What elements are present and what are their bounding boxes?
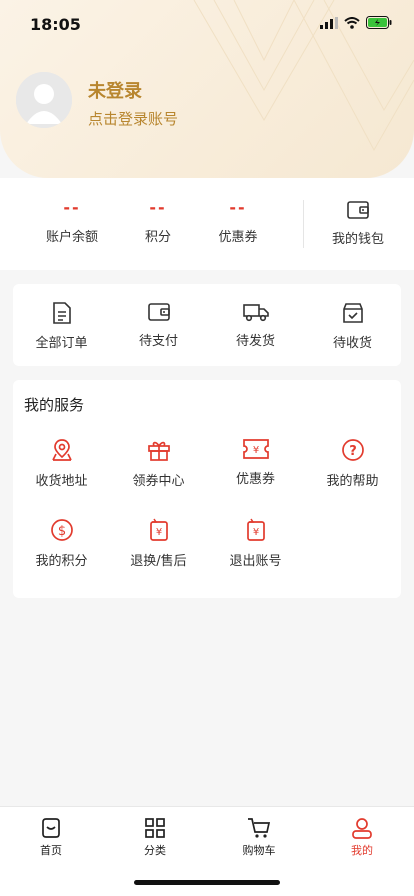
order-pending-shipment-label: 待发货 bbox=[235, 334, 275, 349]
dollar-icon: $ bbox=[50, 519, 73, 541]
battery-icon bbox=[366, 16, 392, 29]
service-coupon-center[interactable]: 领券中心 bbox=[110, 438, 207, 489]
refund-icon: ¥ bbox=[149, 518, 168, 541]
service-refund-label: 退换/售后 bbox=[130, 554, 187, 569]
service-address[interactable]: 收货地址 bbox=[13, 438, 110, 489]
document-icon bbox=[52, 302, 71, 324]
svg-text:¥: ¥ bbox=[155, 527, 161, 538]
home-indicator bbox=[134, 880, 280, 885]
tab-category-label: 分类 bbox=[144, 844, 166, 857]
box-check-icon bbox=[342, 303, 363, 323]
coupons-label: 优惠券 bbox=[218, 230, 258, 245]
status-time: 18:05 bbox=[30, 15, 81, 34]
cart-icon bbox=[248, 818, 271, 838]
order-pending-receipt-label: 待收货 bbox=[332, 336, 372, 351]
wallet-icon bbox=[347, 201, 369, 219]
tab-cart-label: 购物车 bbox=[242, 844, 276, 857]
coupons-value: -- bbox=[229, 198, 247, 217]
orders-card: 全部订单 待支付 待发货 待收货 bbox=[13, 284, 401, 366]
tab-cart[interactable]: 购物车 bbox=[229, 817, 289, 858]
gift-icon bbox=[147, 441, 170, 461]
asset-coupons[interactable]: -- 优惠券 bbox=[196, 198, 280, 245]
help-icon: ? bbox=[341, 439, 364, 461]
service-points-label: 我的积分 bbox=[35, 554, 88, 569]
services-card: 我的服务 收货地址 领券中心 ¥ 优惠券 ? 我的帮助 $ 我的积分 ¥ 退换/… bbox=[13, 380, 401, 598]
service-address-label: 收货地址 bbox=[35, 474, 88, 489]
signal-icon bbox=[320, 16, 338, 29]
divider bbox=[303, 200, 304, 248]
asset-points[interactable]: -- 积分 bbox=[116, 198, 200, 245]
tab-category[interactable]: 分类 bbox=[125, 817, 185, 858]
points-value: -- bbox=[149, 198, 167, 217]
svg-text:¥: ¥ bbox=[252, 445, 258, 456]
default-avatar-icon bbox=[16, 72, 72, 128]
order-pending-shipment[interactable]: 待发货 bbox=[207, 302, 304, 349]
login-link[interactable]: 点击登录账号 bbox=[88, 108, 178, 129]
points-label: 积分 bbox=[144, 230, 171, 245]
service-refund[interactable]: ¥ 退换/售后 bbox=[110, 518, 207, 569]
services-title: 我的服务 bbox=[24, 396, 85, 414]
service-logout-label: 退出账号 bbox=[229, 554, 282, 569]
my-wallet-button[interactable]: 我的钱包 bbox=[320, 200, 396, 247]
svg-text:$: $ bbox=[57, 524, 65, 539]
avatar[interactable] bbox=[16, 72, 72, 128]
service-coupons-label: 优惠券 bbox=[235, 472, 275, 487]
balance-label: 账户余额 bbox=[45, 230, 98, 245]
status-bar: 18:05 bbox=[0, 0, 414, 48]
order-all[interactable]: 全部订单 bbox=[13, 302, 110, 351]
balance-value: -- bbox=[63, 198, 81, 217]
service-coupons[interactable]: ¥ 优惠券 bbox=[207, 438, 304, 487]
login-title[interactable]: 未登录 bbox=[88, 77, 142, 103]
wifi-icon bbox=[344, 16, 360, 29]
user-icon bbox=[352, 818, 372, 839]
assets-row: -- 账户余额 -- 积分 -- 优惠券 我的钱包 bbox=[0, 178, 414, 270]
coupon-icon: ¥ bbox=[242, 439, 269, 459]
order-all-label: 全部订单 bbox=[35, 336, 88, 351]
svg-text:¥: ¥ bbox=[252, 527, 258, 538]
grid-icon bbox=[145, 818, 165, 838]
map-pin-icon bbox=[51, 439, 72, 461]
service-coupon-center-label: 领券中心 bbox=[132, 474, 185, 489]
logout-icon: ¥ bbox=[246, 518, 265, 541]
service-logout[interactable]: ¥ 退出账号 bbox=[207, 518, 304, 569]
tab-mine[interactable]: 我的 bbox=[332, 817, 392, 858]
service-help[interactable]: ? 我的帮助 bbox=[304, 438, 401, 489]
tab-home-label: 首页 bbox=[40, 844, 62, 857]
truck-icon bbox=[242, 304, 269, 322]
tab-mine-label: 我的 bbox=[351, 844, 373, 857]
home-icon bbox=[42, 818, 60, 838]
tab-home[interactable]: 首页 bbox=[21, 817, 81, 858]
svg-text:?: ? bbox=[349, 444, 357, 459]
order-pending-payment-label: 待支付 bbox=[138, 334, 178, 349]
service-points[interactable]: $ 我的积分 bbox=[13, 518, 110, 569]
wallet-icon bbox=[147, 303, 170, 321]
asset-balance[interactable]: -- 账户余额 bbox=[30, 198, 114, 245]
order-pending-receipt[interactable]: 待收货 bbox=[304, 302, 401, 351]
service-help-label: 我的帮助 bbox=[326, 474, 379, 489]
order-pending-payment[interactable]: 待支付 bbox=[110, 302, 207, 349]
wallet-label: 我的钱包 bbox=[331, 232, 384, 247]
